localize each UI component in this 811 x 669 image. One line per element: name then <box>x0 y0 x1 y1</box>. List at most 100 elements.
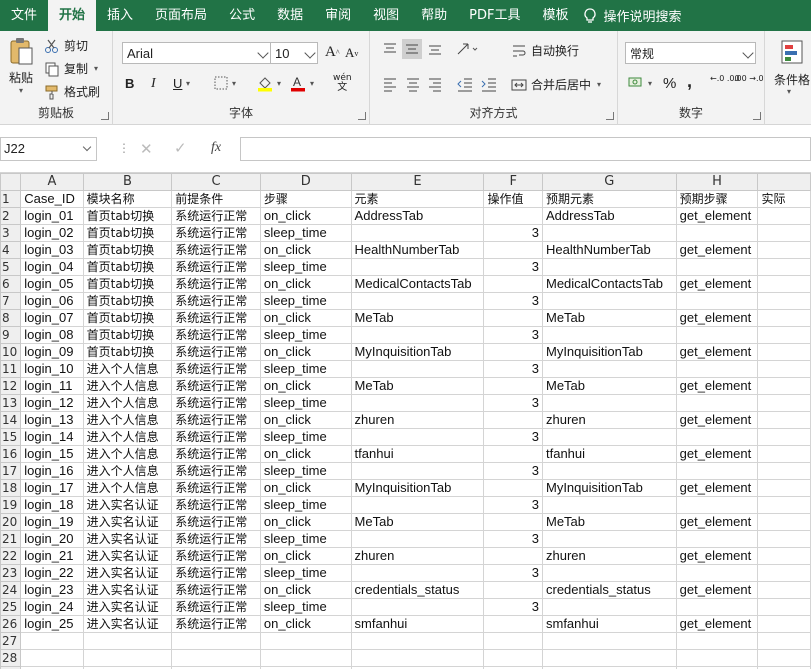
cell[interactable] <box>675 632 759 650</box>
cell[interactable] <box>757 649 811 667</box>
cell[interactable]: smfanhui <box>350 615 485 633</box>
tell-me-search[interactable]: 操作说明搜索 <box>583 6 682 25</box>
cell[interactable] <box>757 360 811 378</box>
cell[interactable]: login_13 <box>20 411 84 429</box>
cell[interactable]: 系统运行正常 <box>171 462 261 480</box>
clipboard-launcher-icon[interactable] <box>101 112 109 120</box>
cell[interactable]: on_click <box>259 411 352 429</box>
column-header-G[interactable]: G <box>541 173 677 191</box>
cell[interactable] <box>757 564 811 582</box>
cell[interactable]: login_10 <box>20 360 84 378</box>
cell[interactable]: 系统运行正常 <box>171 309 261 327</box>
cell[interactable] <box>259 649 352 667</box>
cell[interactable]: login_21 <box>20 547 84 565</box>
cell[interactable] <box>675 649 759 667</box>
cell[interactable]: login_14 <box>20 428 84 446</box>
row-header[interactable]: 10 <box>0 343 22 361</box>
row-header[interactable]: 11 <box>0 360 22 378</box>
cell[interactable] <box>350 360 485 378</box>
cell[interactable] <box>483 479 543 497</box>
cell[interactable]: 元素 <box>350 190 485 208</box>
cell[interactable]: 系统运行正常 <box>171 530 261 548</box>
cell[interactable]: 进入实名认证 <box>82 564 173 582</box>
cell[interactable] <box>675 598 759 616</box>
cell[interactable] <box>541 496 677 514</box>
cell[interactable] <box>757 258 811 276</box>
cell[interactable]: 进入实名认证 <box>82 513 173 531</box>
cell[interactable]: zhuren <box>350 411 485 429</box>
cell[interactable]: 系统运行正常 <box>171 326 261 344</box>
cell[interactable]: sleep_time <box>259 360 352 378</box>
font-name-select[interactable]: Arial <box>122 42 271 64</box>
cell[interactable]: 3 <box>483 224 543 242</box>
cell[interactable] <box>757 224 811 242</box>
cell[interactable]: 模块名称 <box>82 190 173 208</box>
tab-10[interactable]: 模板 <box>531 0 579 31</box>
cell[interactable] <box>20 632 84 650</box>
cell[interactable]: sleep_time <box>259 462 352 480</box>
increase-decimal-button[interactable]: ←.0 .00 <box>710 75 740 83</box>
column-header-A[interactable]: A <box>20 173 84 191</box>
cell[interactable] <box>675 292 759 310</box>
cell[interactable]: login_22 <box>20 564 84 582</box>
cell[interactable]: credentials_status <box>541 581 677 599</box>
cell[interactable]: login_18 <box>20 496 84 514</box>
cell[interactable] <box>350 564 485 582</box>
tab-5[interactable]: 数据 <box>266 0 314 31</box>
cell[interactable]: 进入个人信息 <box>82 445 173 463</box>
cell[interactable]: 系统运行正常 <box>171 547 261 565</box>
bold-button[interactable]: B <box>125 76 134 91</box>
cell[interactable] <box>541 394 677 412</box>
cell[interactable]: 系统运行正常 <box>171 292 261 310</box>
cell[interactable] <box>259 632 352 650</box>
cell[interactable]: zhuren <box>350 547 485 565</box>
cell[interactable]: get_element <box>675 479 759 497</box>
column-header-C[interactable]: C <box>171 173 261 191</box>
cell[interactable]: get_element <box>675 411 759 429</box>
cell[interactable] <box>757 275 811 293</box>
cell[interactable]: 首页tab切换 <box>82 309 173 327</box>
cell[interactable] <box>757 309 811 327</box>
cell[interactable]: get_element <box>675 377 759 395</box>
percent-button[interactable]: % <box>663 75 676 92</box>
tab-0[interactable]: 文件 <box>0 0 48 31</box>
row-header[interactable]: 22 <box>0 547 22 565</box>
row-header[interactable]: 3 <box>0 224 22 242</box>
cell[interactable] <box>483 275 543 293</box>
cell[interactable] <box>757 207 811 225</box>
cell[interactable]: zhuren <box>541 411 677 429</box>
cell[interactable]: 实际 <box>757 190 811 208</box>
font-launcher-icon[interactable] <box>358 112 366 120</box>
cell[interactable] <box>675 564 759 582</box>
formula-input[interactable] <box>240 137 811 161</box>
cell[interactable]: get_element <box>675 445 759 463</box>
cell[interactable] <box>541 326 677 344</box>
row-header[interactable]: 13 <box>0 394 22 412</box>
cell[interactable] <box>757 598 811 616</box>
copy-button[interactable]: 复制 ▾ <box>44 60 98 77</box>
row-header[interactable]: 25 <box>0 598 22 616</box>
cell[interactable]: on_click <box>259 207 352 225</box>
cell[interactable]: 系统运行正常 <box>171 207 261 225</box>
cell[interactable]: 首页tab切换 <box>82 241 173 259</box>
decrease-decimal-button[interactable]: .00 →.0 <box>734 75 764 83</box>
cell[interactable]: MedicalContactsTab <box>350 275 485 293</box>
cell[interactable] <box>350 258 485 276</box>
row-header[interactable]: 17 <box>0 462 22 480</box>
cell[interactable] <box>757 394 811 412</box>
cell[interactable] <box>483 343 543 361</box>
cell[interactable] <box>541 462 677 480</box>
cell[interactable] <box>350 224 485 242</box>
cell[interactable]: sleep_time <box>259 224 352 242</box>
cell[interactable]: 3 <box>483 360 543 378</box>
cell[interactable]: sleep_time <box>259 258 352 276</box>
cell[interactable] <box>541 564 677 582</box>
cell[interactable]: get_element <box>675 343 759 361</box>
cell[interactable] <box>675 258 759 276</box>
cell[interactable]: MeTab <box>541 309 677 327</box>
cell[interactable] <box>675 326 759 344</box>
cell[interactable]: MeTab <box>350 309 485 327</box>
cut-button[interactable]: 剪切 <box>44 37 88 54</box>
cell[interactable]: 进入实名认证 <box>82 581 173 599</box>
cell[interactable]: get_element <box>675 513 759 531</box>
